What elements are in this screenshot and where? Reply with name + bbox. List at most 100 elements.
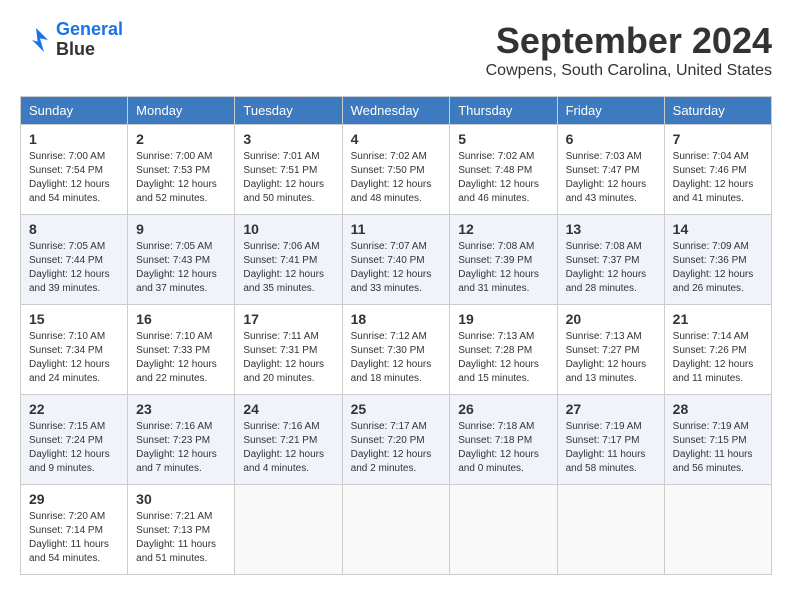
table-row: 14 Sunrise: 7:09 AMSunset: 7:36 PMDayligh… xyxy=(664,215,771,305)
day-info: Sunrise: 7:17 AMSunset: 7:20 PMDaylight:… xyxy=(351,420,442,476)
table-row: 29Sunrise: 7:20 AMSunset: 7:14 PMDayligh… xyxy=(21,485,128,575)
day-number: 21 xyxy=(673,311,763,327)
day-info: Sunrise: 7:02 AMSunset: 7:50 PMDaylight:… xyxy=(351,150,442,206)
day-info: Sunrise: 7:16 AMSunset: 7:23 PMDaylight:… xyxy=(136,420,226,476)
table-row: 10Sunrise: 7:06 AMSunset: 7:41 PMDayligh… xyxy=(235,215,342,305)
day-number: 10 xyxy=(243,221,333,237)
day-info: Sunrise: 7:05 AMSunset: 7:44 PMDaylight:… xyxy=(29,240,119,296)
table-row: 9Sunrise: 7:05 AMSunset: 7:43 PMDaylight… xyxy=(128,215,235,305)
title-section: September 2024 Cowpens, South Carolina, … xyxy=(486,20,772,80)
day-info: Sunrise: 7:10 AMSunset: 7:34 PMDaylight:… xyxy=(29,330,119,386)
day-info: Sunrise: 7:19 AMSunset: 7:17 PMDaylight:… xyxy=(566,420,656,476)
day-info: Sunrise: 7:19 AMSunset: 7:15 PMDaylight:… xyxy=(673,420,763,476)
day-info: Sunrise: 7:18 AMSunset: 7:18 PMDaylight:… xyxy=(458,420,548,476)
table-row: 3 Sunrise: 7:01 AMSunset: 7:51 PMDaylight… xyxy=(235,125,342,215)
day-info: Sunrise: 7:10 AMSunset: 7:33 PMDaylight:… xyxy=(136,330,226,386)
day-number: 8 xyxy=(29,221,119,237)
table-row: 21 Sunrise: 7:14 AMSunset: 7:26 PMDayligh… xyxy=(664,305,771,395)
table-row: 15 Sunrise: 7:10 AMSunset: 7:34 PMDayligh… xyxy=(21,305,128,395)
header-wednesday: Wednesday xyxy=(342,97,450,125)
day-info: Sunrise: 7:00 AMSunset: 7:53 PMDaylight:… xyxy=(136,150,226,206)
logo: General Blue xyxy=(20,20,123,60)
table-row: 22 Sunrise: 7:15 AMSunset: 7:24 PMDayligh… xyxy=(21,395,128,485)
day-info: Sunrise: 7:13 AMSunset: 7:28 PMDaylight:… xyxy=(458,330,548,386)
day-number: 7 xyxy=(673,131,763,147)
day-number: 22 xyxy=(29,401,119,417)
day-info: Sunrise: 7:20 AMSunset: 7:14 PMDaylight:… xyxy=(29,510,119,566)
day-info: Sunrise: 7:11 AMSunset: 7:31 PMDaylight:… xyxy=(243,330,333,386)
day-info: Sunrise: 7:01 AMSunset: 7:51 PMDaylight:… xyxy=(243,150,333,206)
day-info: Sunrise: 7:15 AMSunset: 7:24 PMDaylight:… xyxy=(29,420,119,476)
header-saturday: Saturday xyxy=(664,97,771,125)
table-row: 25Sunrise: 7:17 AMSunset: 7:20 PMDayligh… xyxy=(342,395,450,485)
day-info: Sunrise: 7:08 AMSunset: 7:39 PMDaylight:… xyxy=(458,240,548,296)
day-info: Sunrise: 7:08 AMSunset: 7:37 PMDaylight:… xyxy=(566,240,656,296)
day-number: 15 xyxy=(29,311,119,327)
table-row: 19 Sunrise: 7:13 AMSunset: 7:28 PMDayligh… xyxy=(450,305,557,395)
day-info: Sunrise: 7:21 AMSunset: 7:13 PMDaylight:… xyxy=(136,510,226,566)
calendar-week-row: 29Sunrise: 7:20 AMSunset: 7:14 PMDayligh… xyxy=(21,485,772,575)
day-info: Sunrise: 7:16 AMSunset: 7:21 PMDaylight:… xyxy=(243,420,333,476)
table-row: 27 Sunrise: 7:19 AMSunset: 7:17 PMDayligh… xyxy=(557,395,664,485)
table-row: 2 Sunrise: 7:00 AMSunset: 7:53 PMDaylight… xyxy=(128,125,235,215)
header-sunday: Sunday xyxy=(21,97,128,125)
day-number: 24 xyxy=(243,401,333,417)
table-row: 5 Sunrise: 7:02 AMSunset: 7:48 PMDaylight… xyxy=(450,125,557,215)
table-row xyxy=(342,485,450,575)
table-row: 16 Sunrise: 7:10 AMSunset: 7:33 PMDayligh… xyxy=(128,305,235,395)
day-number: 23 xyxy=(136,401,226,417)
table-row xyxy=(235,485,342,575)
day-number: 30 xyxy=(136,491,226,507)
calendar-week-row: 22 Sunrise: 7:15 AMSunset: 7:24 PMDayligh… xyxy=(21,395,772,485)
calendar-table: Sunday Monday Tuesday Wednesday Thursday… xyxy=(20,96,772,575)
logo-text: General Blue xyxy=(56,20,123,60)
location-title: Cowpens, South Carolina, United States xyxy=(486,62,772,80)
logo-icon xyxy=(20,24,52,56)
day-number: 6 xyxy=(566,131,656,147)
day-number: 18 xyxy=(351,311,442,327)
table-row xyxy=(557,485,664,575)
day-number: 13 xyxy=(566,221,656,237)
day-info: Sunrise: 7:04 AMSunset: 7:46 PMDaylight:… xyxy=(673,150,763,206)
day-number: 19 xyxy=(458,311,548,327)
day-number: 17 xyxy=(243,311,333,327)
day-number: 16 xyxy=(136,311,226,327)
day-number: 5 xyxy=(458,131,548,147)
day-number: 27 xyxy=(566,401,656,417)
calendar-header-row: Sunday Monday Tuesday Wednesday Thursday… xyxy=(21,97,772,125)
day-info: Sunrise: 7:00 AMSunset: 7:54 PMDaylight:… xyxy=(29,150,119,206)
page-header: General Blue September 2024 Cowpens, Sou… xyxy=(20,20,772,80)
day-info: Sunrise: 7:14 AMSunset: 7:26 PMDaylight:… xyxy=(673,330,763,386)
table-row: 4 Sunrise: 7:02 AMSunset: 7:50 PMDaylight… xyxy=(342,125,450,215)
day-number: 28 xyxy=(673,401,763,417)
table-row: 12Sunrise: 7:08 AMSunset: 7:39 PMDayligh… xyxy=(450,215,557,305)
day-number: 4 xyxy=(351,131,442,147)
table-row: 20 Sunrise: 7:13 AMSunset: 7:27 PMDayligh… xyxy=(557,305,664,395)
table-row xyxy=(450,485,557,575)
day-number: 2 xyxy=(136,131,226,147)
day-number: 14 xyxy=(673,221,763,237)
table-row: 28 Sunrise: 7:19 AMSunset: 7:15 PMDayligh… xyxy=(664,395,771,485)
month-title: September 2024 xyxy=(486,20,772,62)
day-info: Sunrise: 7:09 AMSunset: 7:36 PMDaylight:… xyxy=(673,240,763,296)
header-thursday: Thursday xyxy=(450,97,557,125)
day-info: Sunrise: 7:13 AMSunset: 7:27 PMDaylight:… xyxy=(566,330,656,386)
day-info: Sunrise: 7:12 AMSunset: 7:30 PMDaylight:… xyxy=(351,330,442,386)
table-row: 11 Sunrise: 7:07 AMSunset: 7:40 PMDayligh… xyxy=(342,215,450,305)
table-row: 24 Sunrise: 7:16 AMSunset: 7:21 PMDayligh… xyxy=(235,395,342,485)
day-info: Sunrise: 7:02 AMSunset: 7:48 PMDaylight:… xyxy=(458,150,548,206)
day-number: 20 xyxy=(566,311,656,327)
day-number: 11 xyxy=(351,221,442,237)
header-monday: Monday xyxy=(128,97,235,125)
table-row: 8 Sunrise: 7:05 AMSunset: 7:44 PMDaylight… xyxy=(21,215,128,305)
table-row xyxy=(664,485,771,575)
table-row: 18 Sunrise: 7:12 AMSunset: 7:30 PMDayligh… xyxy=(342,305,450,395)
table-row: 23 Sunrise: 7:16 AMSunset: 7:23 PMDayligh… xyxy=(128,395,235,485)
day-info: Sunrise: 7:07 AMSunset: 7:40 PMDaylight:… xyxy=(351,240,442,296)
day-info: Sunrise: 7:03 AMSunset: 7:47 PMDaylight:… xyxy=(566,150,656,206)
table-row: 1 Sunrise: 7:00 AMSunset: 7:54 PMDaylight… xyxy=(21,125,128,215)
table-row: 17 Sunrise: 7:11 AMSunset: 7:31 PMDayligh… xyxy=(235,305,342,395)
calendar-week-row: 8 Sunrise: 7:05 AMSunset: 7:44 PMDaylight… xyxy=(21,215,772,305)
day-number: 1 xyxy=(29,131,119,147)
day-number: 3 xyxy=(243,131,333,147)
